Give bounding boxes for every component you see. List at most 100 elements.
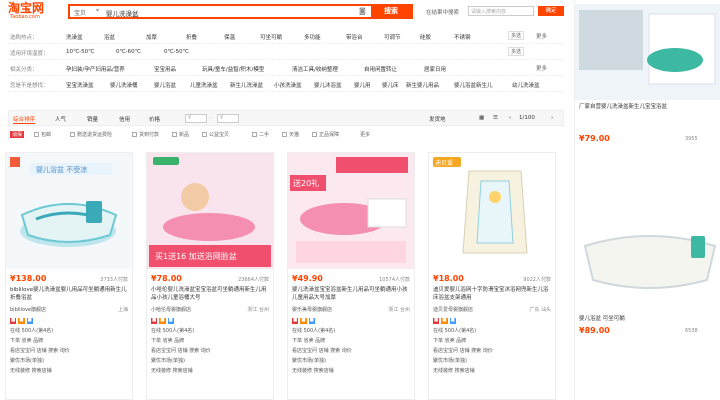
promo-image[interactable] [575,216,720,312]
checkbox[interactable] [172,132,177,137]
product-card[interactable]: 送20礼 ¥49.90 10574人付款 婴儿洗澡盆宝宝浴盆新生儿用品可坐躺通用… [287,152,415,400]
sort-sales[interactable]: 销量 [87,115,98,123]
option-label: 天猫 [289,132,300,138]
filter-item[interactable]: 可坐可躺 [260,33,282,41]
shop-name[interactable]: 小哈伦母婴旗舰店 [151,306,191,313]
checkbox[interactable] [252,132,257,137]
badge-row: ■ ■ ■ [151,317,176,324]
multi-select-button[interactable]: 多选 [508,31,525,40]
filter-item[interactable]: 宝宝洗澡盆 [66,81,94,89]
product-image[interactable]: 送20礼 [288,153,414,269]
product-image[interactable]: 买1送16 加送浴网脸盆 [147,153,273,269]
product-title[interactable]: biblilove婴儿洗澡盆婴儿用品可坐躺通用新生儿折叠浴盆 [10,286,130,302]
search-input[interactable]: 婴儿洗澡盆 [106,8,139,18]
promo-card[interactable]: 厂家自营婴儿洗澡盆新生儿宝宝浴盆 ¥79.00 3955 [575,4,720,143]
filter-item[interactable]: 10℃-50℃ [66,49,94,55]
product-card[interactable]: 婴儿浴盆 不受凉 ¥138.00 3733人付款 biblilove婴儿洗澡盆婴… [5,152,133,400]
product-title[interactable]: 婴儿洗澡盆宝宝浴盆新生儿用品可坐躺通用小孩儿童用品大号加厚 [292,286,412,302]
price-to-input[interactable]: ¥ [217,114,239,123]
filter-item[interactable]: 自用闲置转让 [364,65,397,73]
filter-item[interactable]: 婴儿用 [354,81,371,89]
filter-item[interactable]: 新生儿洗澡盆 [230,81,263,89]
shop-name[interactable]: 婴乐美母婴旗舰店 [292,306,332,313]
filter-item[interactable]: 多功能 [304,33,321,41]
multi-select-button[interactable]: 多选 [508,47,525,56]
option-cod[interactable]: 货到付款 [132,131,159,138]
shop-name[interactable]: 迪贝爱母婴旗舰店 [433,306,473,313]
promo-title[interactable]: 厂家自营婴儿洗澡盆新生儿宝宝浴盆 [579,102,719,110]
more-button[interactable]: 更多 [536,32,547,40]
shop-search-input[interactable]: 请输入搜索内容 [468,6,534,16]
product-title[interactable]: 迪贝爱婴儿浴网十字防滑宝宝沐浴网兜新生儿浴床浴盆支架通用 [433,286,553,302]
checkbox[interactable] [312,132,317,137]
shop-name[interactable]: biblilove旗舰店 [10,306,46,313]
product-card[interactable]: 迪贝爱 ¥18.00 9022人付款 迪贝爱婴儿浴网十字防滑宝宝沐浴网兜新生儿浴… [428,152,556,400]
option-genuine[interactable]: 正品保障 [312,131,339,138]
service-line: 聚优市场(单独) [151,358,185,364]
filter-item[interactable]: 玩具/童车/益智/积木/模型 [202,65,264,73]
filter-item[interactable]: 婴儿床 [382,81,399,89]
filter-item[interactable]: 小孩洗澡盆 [274,81,302,89]
filter-item[interactable]: 0℃-60℃ [116,49,141,55]
filter-item[interactable]: 保温 [224,33,235,41]
filter-item[interactable]: 孕妇装/孕产妇用品/营养 [66,65,125,73]
filter-item[interactable]: 洗澡盆 [66,33,83,41]
more-button[interactable]: 更多 [536,64,547,72]
sort-credit[interactable]: 信用 [119,115,130,123]
filter-item[interactable]: 折叠 [186,33,197,41]
checkbox[interactable] [202,132,207,137]
filter-item[interactable]: 婴儿沐浴盆 [314,81,342,89]
filter-item[interactable]: 加厚 [146,33,157,41]
product-image[interactable]: 婴儿浴盆 不受凉 [6,153,132,269]
filter-item[interactable]: 清洁工具/收纳整理 [292,65,338,73]
grid-view-icon[interactable]: ▦ [479,115,484,121]
list-view-icon[interactable]: ☰ [493,115,498,121]
taobao-logo[interactable]: 淘宝网 [8,2,44,14]
filter-item[interactable]: 0℃-50℃ [164,49,189,55]
checkbox[interactable] [70,132,75,137]
filter-label: 相关分类： [10,67,38,73]
filter-item[interactable]: 带浴台 [346,33,363,41]
ship-from-dropdown[interactable]: 发货地 [429,115,446,123]
filter-item[interactable]: 不锈钢 [454,33,471,41]
option-charity[interactable]: 公益宝贝 [202,131,229,138]
camera-icon[interactable]: ◙ [359,7,366,15]
filter-item[interactable]: 新生婴儿用品 [406,81,439,89]
filter-item[interactable]: 儿童洗澡盆 [190,81,218,89]
sort-price[interactable]: 价格 [149,115,160,123]
promo-title[interactable]: 婴儿浴盆 可坐可躺 [579,314,719,322]
checkbox[interactable] [282,132,287,137]
shop-search-button[interactable]: 确定 [538,6,564,16]
checkbox[interactable] [34,132,39,137]
product-card[interactable]: 买1送16 加送浴网脸盆 ¥78.00 23664人付款 小哈伦婴儿洗澡盆宝宝浴… [146,152,274,400]
chevron-down-icon[interactable]: ▾ [96,7,99,14]
filter-item[interactable]: 婴儿浴盆新生儿 [454,81,493,89]
filter-item[interactable]: 婴儿浴盆 [154,81,176,89]
price-from-input[interactable]: ¥ [185,114,207,123]
filter-item[interactable]: 硅胶 [420,33,431,41]
filter-item[interactable]: 可调节 [384,33,401,41]
promo-card[interactable]: 婴儿浴盆 可坐可躺 ¥89.00 6538 [575,216,720,335]
shop-location: 浙江 台州 [388,307,410,313]
promo-image[interactable] [575,4,720,100]
option-free-shipping[interactable]: 包邮 [34,131,51,138]
filter-item[interactable]: 浴盆 [104,33,115,41]
more-options[interactable]: 更多 [360,131,370,138]
filter-item[interactable]: 居家日用 [424,65,446,73]
filter-item[interactable]: 幼儿洗澡盆 [512,81,540,89]
sort-default[interactable]: 综合排序 [13,115,36,124]
option-return-insurance[interactable]: 赠送退货运费险 [70,131,112,138]
product-image[interactable]: 迪贝爱 [429,153,555,269]
search-category[interactable]: 宝贝 [74,8,86,17]
sort-popularity[interactable]: 人气 [55,115,66,123]
checkbox[interactable] [132,132,137,137]
filter-item[interactable]: 婴儿洗澡桶 [110,81,138,89]
filter-item[interactable]: 宝宝用品 [154,65,176,73]
prev-page-icon[interactable]: ‹ [509,115,511,121]
product-title[interactable]: 小哈伦婴儿洗澡盆宝宝浴盆可坐躺通用新生儿用品小孩儿童浴桶大号 [151,286,271,302]
search-button[interactable]: 搜索 [371,4,411,19]
option-tmall[interactable]: 天猫 [282,131,299,138]
option-new[interactable]: 新品 [172,131,189,138]
option-second-hand[interactable]: 二手 [252,131,269,138]
next-page-icon[interactable]: › [551,115,553,121]
